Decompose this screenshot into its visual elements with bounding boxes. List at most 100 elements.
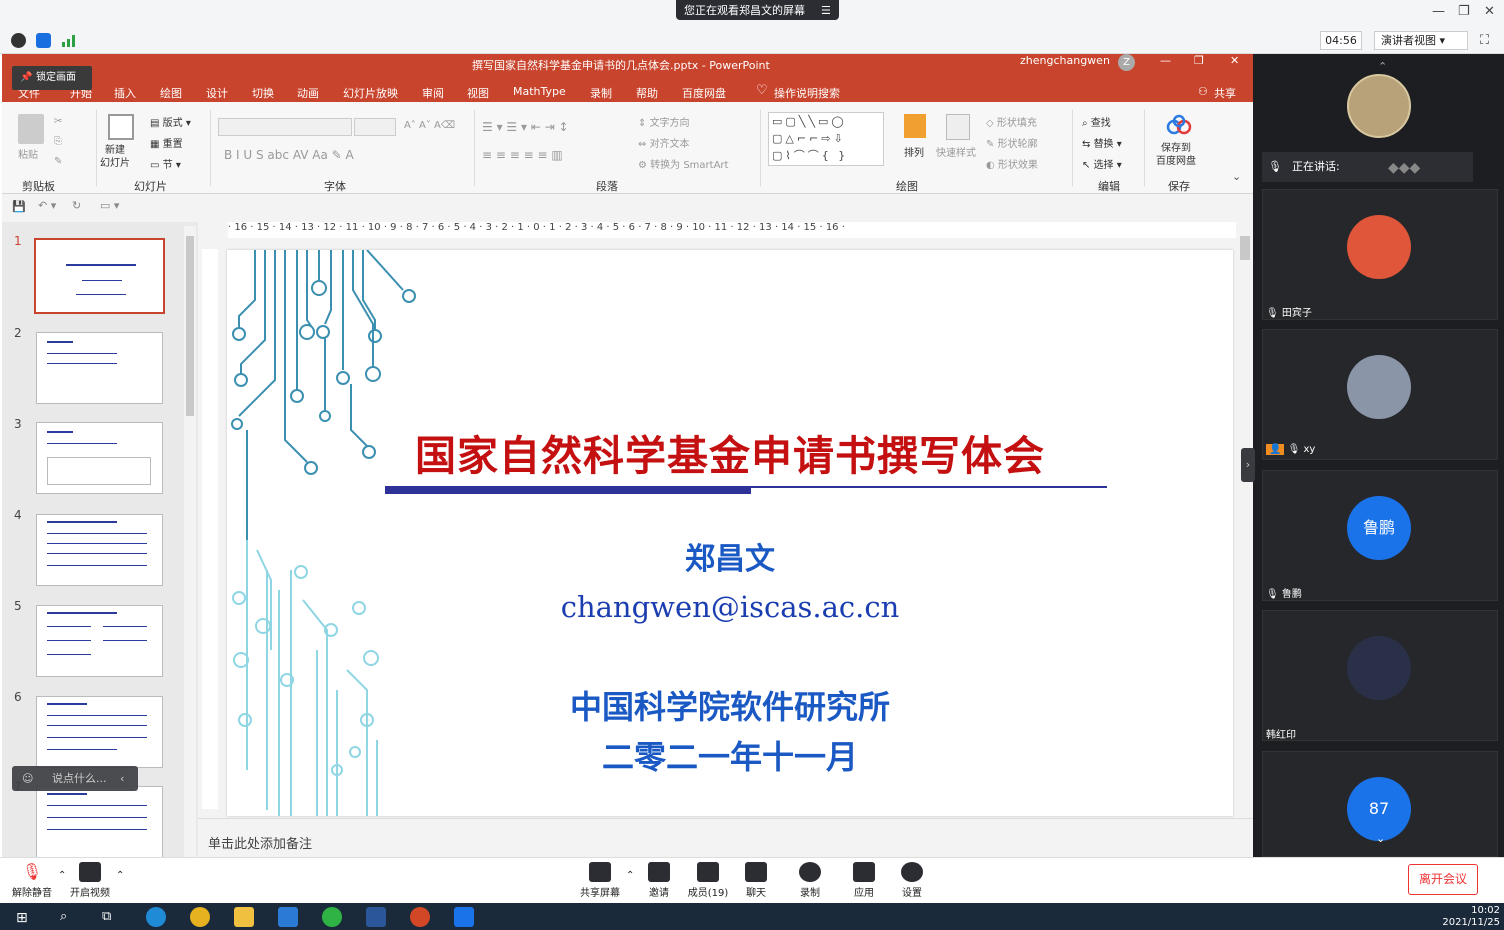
- baidu-cloud-icon[interactable]: [1166, 114, 1192, 136]
- collapse-ribbon-icon[interactable]: ⌄: [1232, 170, 1241, 183]
- shield-icon[interactable]: [36, 33, 51, 48]
- share-options-icon[interactable]: ⌃: [626, 870, 634, 881]
- collapse-chat-icon[interactable]: ‹: [120, 766, 124, 791]
- redo-icon[interactable]: ↻: [72, 199, 81, 212]
- tab-draw[interactable]: 绘图: [160, 85, 182, 101]
- shape-fill-button[interactable]: ◇ 形状填充: [986, 114, 1037, 129]
- share-button[interactable]: 共享: [1214, 85, 1236, 101]
- collapse-panel-icon[interactable]: ›: [1241, 448, 1255, 482]
- tab-design[interactable]: 设计: [206, 85, 228, 101]
- align-icons[interactable]: ≡ ≡ ≡ ≡ ≡ ▥: [482, 148, 563, 162]
- smartart-button[interactable]: ⚙ 转换为 SmartArt: [638, 156, 728, 171]
- list-icons[interactable]: ☰ ▾ ☰ ▾ ⇤ ⇥ ↕: [482, 120, 569, 134]
- minimize-icon[interactable]: —: [1432, 4, 1445, 19]
- leave-meeting-button[interactable]: 离开会议: [1408, 864, 1478, 895]
- slide-thumbnail-2[interactable]: [36, 332, 163, 404]
- ppt-restore-icon[interactable]: ❐: [1194, 54, 1204, 67]
- task-view-icon[interactable]: ⧉: [102, 909, 111, 924]
- word-icon[interactable]: [366, 907, 386, 927]
- unmute-button[interactable]: 🎙 解除静音: [8, 860, 56, 899]
- user-avatar[interactable]: Z: [1118, 54, 1135, 71]
- quick-styles-button[interactable]: 快速样式: [936, 144, 976, 159]
- windows-start-icon[interactable]: ⊞: [16, 910, 28, 926]
- chrome-icon[interactable]: [190, 907, 210, 927]
- scroll-up-icon[interactable]: ⌃: [1378, 60, 1387, 73]
- find-button[interactable]: ⌕ 查找: [1082, 114, 1111, 129]
- start-video-button[interactable]: 开启视频: [66, 860, 114, 899]
- slide-thumbnail-6[interactable]: [36, 696, 163, 768]
- font-name-box[interactable]: [218, 118, 352, 136]
- record-button[interactable]: 录制: [792, 860, 828, 899]
- thumbnail-scrollbar[interactable]: [184, 226, 196, 857]
- new-slide-button[interactable]: 新建 幻灯片: [100, 144, 130, 170]
- align-text-button[interactable]: ⇔ 对齐文本: [638, 135, 690, 150]
- tab-view[interactable]: 视图: [467, 85, 489, 101]
- replace-button[interactable]: ⇆ 替换 ▾: [1082, 135, 1122, 150]
- paste-icon[interactable]: [18, 114, 44, 144]
- quick-styles-icon[interactable]: [946, 114, 970, 140]
- slide-thumbnail-3[interactable]: [36, 422, 163, 494]
- reset-button[interactable]: ▦ 重置: [150, 135, 183, 150]
- tab-record[interactable]: 录制: [590, 85, 612, 101]
- tab-slideshow[interactable]: 幻灯片放映: [343, 85, 398, 101]
- tab-review[interactable]: 审阅: [422, 85, 444, 101]
- font-size-box[interactable]: [354, 118, 396, 136]
- menu-icon[interactable]: ☰: [821, 4, 831, 17]
- start-slideshow-icon[interactable]: ▭ ▾: [100, 199, 119, 212]
- restore-icon[interactable]: ❐: [1458, 4, 1470, 19]
- invite-button[interactable]: 邀请: [640, 860, 678, 899]
- tab-mathtype[interactable]: MathType: [513, 85, 566, 98]
- members-button[interactable]: 成员(19): [684, 860, 732, 899]
- chat-button[interactable]: 聊天: [738, 860, 774, 899]
- tab-help[interactable]: 帮助: [636, 85, 658, 101]
- select-button[interactable]: ↖ 选择 ▾: [1082, 156, 1122, 171]
- apps-button[interactable]: 应用: [846, 860, 882, 899]
- tab-transitions[interactable]: 切换: [252, 85, 274, 101]
- fullscreen-icon[interactable]: ⛶: [1480, 33, 1489, 48]
- slide-thumbnail-5[interactable]: [36, 605, 163, 677]
- notes-pane[interactable]: 单击此处添加备注: [198, 818, 1253, 857]
- undo-icon[interactable]: ↶ ▾: [38, 199, 56, 212]
- font-format-icons[interactable]: B I U S abc AV Aa ✎ A: [224, 148, 354, 162]
- powerpoint-icon[interactable]: [410, 907, 430, 927]
- ppt-minimize-icon[interactable]: —: [1160, 54, 1171, 67]
- settings-button[interactable]: 设置: [894, 860, 930, 899]
- scroll-down-icon[interactable]: ⌄: [1376, 832, 1385, 845]
- lock-screen-tooltip[interactable]: 📌 锁定画面: [12, 66, 92, 90]
- tell-me-search[interactable]: 操作说明搜索: [774, 85, 840, 101]
- save-icon[interactable]: 💾: [12, 200, 26, 213]
- slide-canvas[interactable]: 国家自然科学基金申请书撰写体会 郑昌文 changwen@iscas.ac.cn…: [227, 250, 1233, 816]
- slide-scrollbar[interactable]: [1238, 224, 1252, 816]
- taskbar-clock[interactable]: 10:02 2021/11/25: [1420, 905, 1500, 929]
- emoji-icon[interactable]: ☺: [22, 766, 33, 791]
- video-options-icon[interactable]: ⌃: [116, 870, 124, 881]
- info-icon[interactable]: [11, 33, 26, 48]
- section-button[interactable]: ▭ 节 ▾: [150, 156, 181, 171]
- view-mode-dropdown[interactable]: 演讲者视图 ▾: [1374, 31, 1468, 50]
- wechat-icon[interactable]: [322, 907, 342, 927]
- save-to-baidu-button[interactable]: 保存到 百度网盘: [1156, 142, 1196, 168]
- layout-button[interactable]: ▤ 版式 ▾: [150, 114, 191, 129]
- mail-icon[interactable]: [278, 907, 298, 927]
- ppt-close-icon[interactable]: ✕: [1230, 54, 1239, 67]
- shape-effect-button[interactable]: ◐ 形状效果: [986, 156, 1038, 171]
- shape-outline-button[interactable]: ✎ 形状轮廓: [986, 135, 1038, 150]
- file-explorer-icon[interactable]: [234, 907, 254, 927]
- arrange-button[interactable]: 排列: [904, 144, 924, 159]
- new-slide-icon[interactable]: [108, 114, 134, 140]
- shapes-gallery[interactable]: ▭▢╲╲▭◯ ▢△⌐⌐⇨⇩ ▢⌇⌒⌒{ }: [768, 112, 884, 166]
- arrange-icon[interactable]: [904, 114, 926, 138]
- search-icon[interactable]: ⌕: [60, 909, 67, 924]
- text-direction-button[interactable]: ⇕ 文字方向: [638, 114, 690, 129]
- slide-thumbnail-1[interactable]: [34, 238, 165, 314]
- meeting-app-icon[interactable]: [454, 907, 474, 927]
- tab-baidu[interactable]: 百度网盘: [682, 85, 726, 101]
- cut-copy-icons[interactable]: ✂ ⎘ ✎: [54, 112, 62, 172]
- tab-animations[interactable]: 动画: [297, 85, 319, 101]
- slide-thumbnail-4[interactable]: [36, 514, 163, 586]
- share-screen-button[interactable]: 共享屏幕: [576, 860, 624, 899]
- grow-shrink-font-icons[interactable]: A˄ A˅ A⌫: [404, 120, 455, 131]
- slide-thumbnail-7[interactable]: [36, 786, 163, 857]
- chat-input[interactable]: ☺ 说点什么... ‹: [12, 766, 138, 791]
- tab-insert[interactable]: 插入: [114, 85, 136, 101]
